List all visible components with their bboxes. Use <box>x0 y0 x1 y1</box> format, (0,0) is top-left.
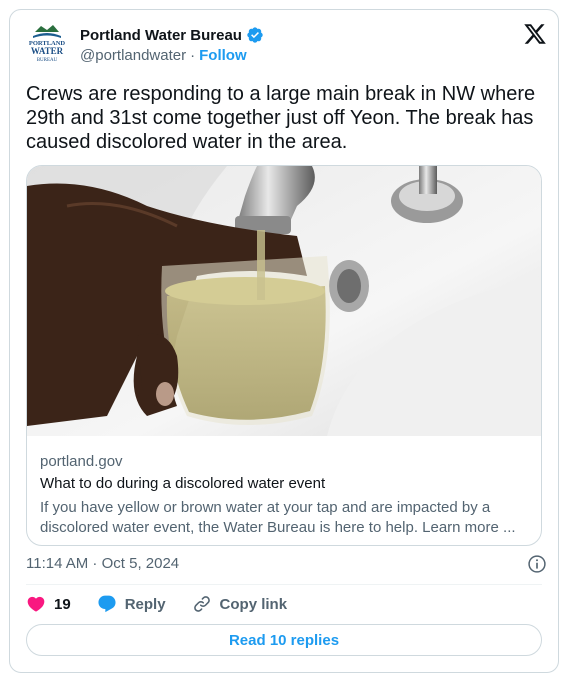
portland-water-bureau-logo: PORTLAND WATER BUREAU <box>25 22 69 66</box>
link-title: What to do during a discolored water eve… <box>40 475 326 492</box>
reply-label: Reply <box>124 595 166 613</box>
handle-separator: · <box>190 47 196 64</box>
tweet-text: Crews are responding to a large main bre… <box>26 83 536 153</box>
verified-icon <box>247 27 263 43</box>
link-description: If you have yellow or brown water at you… <box>40 499 516 536</box>
link-preview-meta: portland.gov What to do during a discolo… <box>40 452 530 538</box>
info-icon[interactable] <box>527 554 547 574</box>
link-preview-image <box>27 166 541 436</box>
display-name[interactable]: Portland Water Bureau <box>80 27 242 44</box>
avatar-line3: BUREAU <box>37 58 58 63</box>
like-button[interactable]: 19 <box>26 594 71 614</box>
name-row: Portland Water Bureau <box>80 24 264 46</box>
handle[interactable]: @portlandwater <box>80 47 186 64</box>
copy-link-label: Copy link <box>219 595 288 613</box>
avatar[interactable]: PORTLAND WATER BUREAU <box>25 22 69 66</box>
heart-icon <box>27 596 45 612</box>
copy-link-button[interactable]: Copy link <box>192 594 288 614</box>
action-bar: 19 Reply Copy link <box>26 593 313 615</box>
reply-button[interactable]: Reply <box>97 594 166 614</box>
link-icon <box>193 596 210 612</box>
avatar-line2: WATER <box>31 46 64 56</box>
timestamp[interactable]: 11:14 AM · Oct 5, 2024 <box>26 555 179 572</box>
like-count: 19 <box>54 595 71 613</box>
link-domain: portland.gov <box>40 453 123 470</box>
handle-row: @portlandwater · Follow <box>80 47 247 64</box>
reply-icon <box>98 595 116 613</box>
link-preview-card[interactable]: portland.gov What to do during a discolo… <box>26 165 542 546</box>
read-replies-button[interactable]: Read 10 replies <box>26 624 542 656</box>
divider <box>26 584 542 585</box>
x-logo-icon[interactable] <box>523 22 547 46</box>
follow-button[interactable]: Follow <box>199 47 247 64</box>
